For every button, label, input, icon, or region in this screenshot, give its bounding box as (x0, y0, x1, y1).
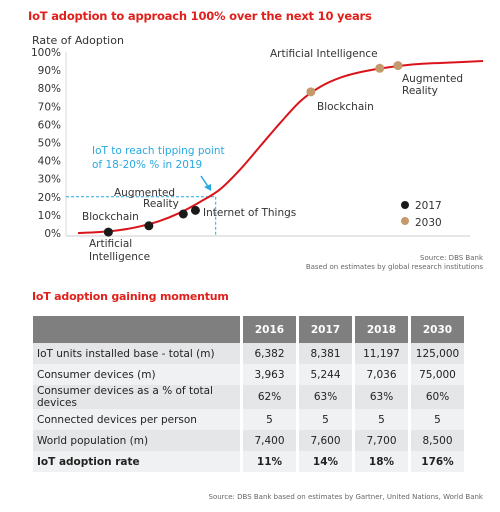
cell: 18% (352, 451, 408, 472)
legend-label-2030: 2030 (415, 217, 442, 229)
cell: 5,244 (296, 364, 352, 385)
row-label: World population (m) (33, 430, 240, 451)
table-source: Source: DBS Bank based on estimates by G… (208, 493, 484, 501)
data-point-2017-internet-of-things (190, 205, 200, 215)
y-tick-label: 20% (38, 192, 61, 204)
row-label: Consumer devices as a % of total devices (33, 385, 240, 409)
y-tick-label: 70% (38, 101, 61, 113)
data-point-2017-blockchain (144, 221, 154, 231)
cell: 176% (408, 451, 464, 472)
row-label: IoT adoption rate (33, 451, 240, 472)
table-header-row: 2016 2017 2018 2030 (33, 316, 464, 343)
row-label: Connected devices per person (33, 409, 240, 430)
cell: 5 (296, 409, 352, 430)
y-tick-label: 30% (38, 174, 61, 186)
label-2030-blockchain: Blockchain (317, 101, 374, 113)
legend-marker-2030 (401, 217, 409, 225)
label-2030-ar-line2: Reality (402, 85, 438, 97)
legend-marker-2017 (401, 201, 409, 209)
y-tick-label: 80% (38, 83, 61, 95)
chart-source-line-2: Based on estimates by global research in… (305, 263, 483, 271)
cell: 7,400 (240, 430, 296, 451)
row-label: Consumer devices (m) (33, 364, 240, 385)
cell: 63% (296, 385, 352, 409)
data-point-2030-augmented-reality (393, 61, 403, 71)
adoption-chart: Rate of Adoption 0% 10% 20% 30% 40% 50% 60% 70%… (31, 34, 484, 263)
header-label (33, 316, 240, 343)
data-point-2030-artificial-intelligence (375, 63, 385, 73)
y-tick-label: 90% (38, 65, 61, 77)
cell: 63% (352, 385, 408, 409)
header-2030: 2030 (408, 316, 464, 343)
table-row: IoT adoption rate 11% 14% 18% 176% (33, 451, 464, 472)
y-tick-label: 100% (31, 47, 61, 59)
header-2016: 2016 (240, 316, 296, 343)
label-2017-ai-line2: Intelligence (89, 251, 150, 263)
table-row: Connected devices per person 5 5 5 5 (33, 409, 464, 430)
y-axis-label: Rate of Adoption (32, 34, 124, 47)
header-2017: 2017 (296, 316, 352, 343)
cell: 60% (408, 385, 464, 409)
label-2017-blockchain: Blockchain (82, 211, 139, 223)
cell: 75,000 (408, 364, 464, 385)
annotation-line-1: IoT to reach tipping point (92, 145, 225, 157)
cell: 8,381 (296, 343, 352, 364)
cell: 14% (296, 451, 352, 472)
cell: 62% (240, 385, 296, 409)
iot-adoption-table: 2016 2017 2018 2030 IoT units installed … (33, 316, 464, 472)
header-2018: 2018 (352, 316, 408, 343)
label-2030-ar-line1: Augmented (402, 73, 463, 85)
cell: 11% (240, 451, 296, 472)
cell: 5 (240, 409, 296, 430)
label-2017-ai-line1: Artificial (89, 238, 132, 250)
cell: 7,700 (352, 430, 408, 451)
label-2017-iot: Internet of Things (203, 207, 296, 219)
cell: 5 (408, 409, 464, 430)
cell: 3,963 (240, 364, 296, 385)
table-row: IoT units installed base - total (m) 6,3… (33, 343, 464, 364)
table-row: Consumer devices as a % of total devices… (33, 385, 464, 409)
chart-source-line-1: Source: DBS Bank (420, 254, 483, 262)
cell: 5 (352, 409, 408, 430)
table-row: Consumer devices (m) 3,963 5,244 7,036 7… (33, 364, 464, 385)
label-2017-ar-line2: Reality (143, 198, 179, 210)
row-label: IoT units installed base - total (m) (33, 343, 240, 364)
y-tick-label: 50% (38, 138, 61, 150)
y-tick-label: 10% (38, 210, 61, 222)
cell: 6,382 (240, 343, 296, 364)
y-tick-label: 60% (38, 119, 61, 131)
y-tick-label: 0% (44, 228, 61, 240)
y-tick-label: 40% (38, 156, 61, 168)
cell: 8,500 (408, 430, 464, 451)
cell: 11,197 (352, 343, 408, 364)
data-point-2017-augmented-reality (178, 209, 188, 219)
annotation-line-2: of 18-20% % in 2019 (92, 159, 202, 171)
data-point-2017-artificial-intelligence (103, 227, 113, 237)
cell: 125,000 (408, 343, 464, 364)
data-point-2030-blockchain (306, 87, 316, 97)
label-2030-ai: Artificial Intelligence (270, 48, 378, 60)
table-title: IoT adoption gaining momentum (32, 290, 229, 303)
table-row: World population (m) 7,400 7,600 7,700 8… (33, 430, 464, 451)
cell: 7,036 (352, 364, 408, 385)
legend-label-2017: 2017 (415, 200, 442, 212)
cell: 7,600 (296, 430, 352, 451)
